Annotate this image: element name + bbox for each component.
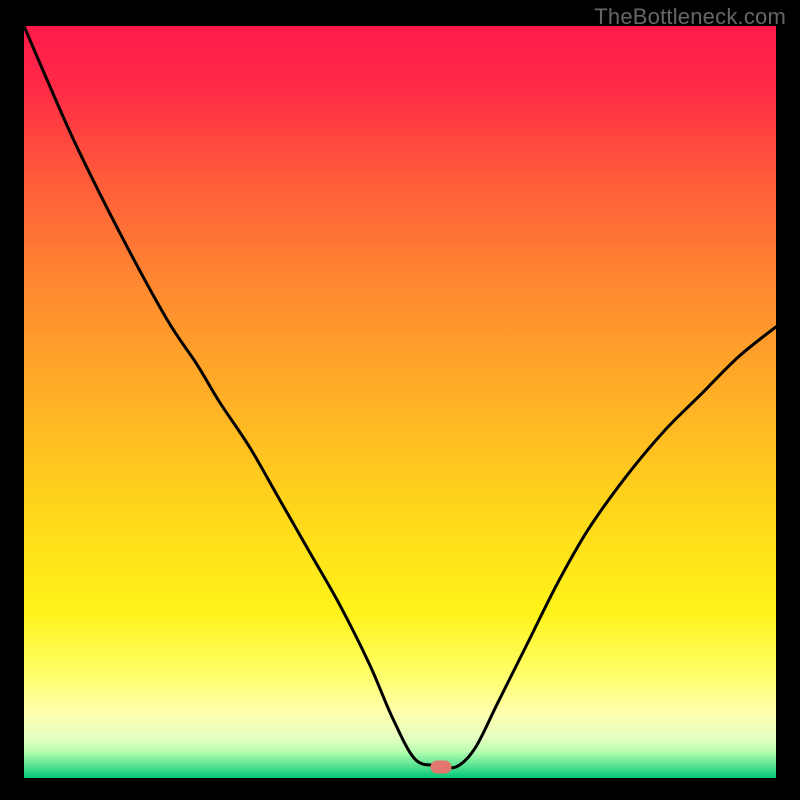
optimal-point-marker [431, 760, 452, 773]
plot-area [24, 26, 776, 778]
chart-frame: TheBottleneck.com [0, 0, 800, 800]
watermark-text: TheBottleneck.com [594, 4, 786, 30]
bottleneck-curve [24, 26, 776, 778]
